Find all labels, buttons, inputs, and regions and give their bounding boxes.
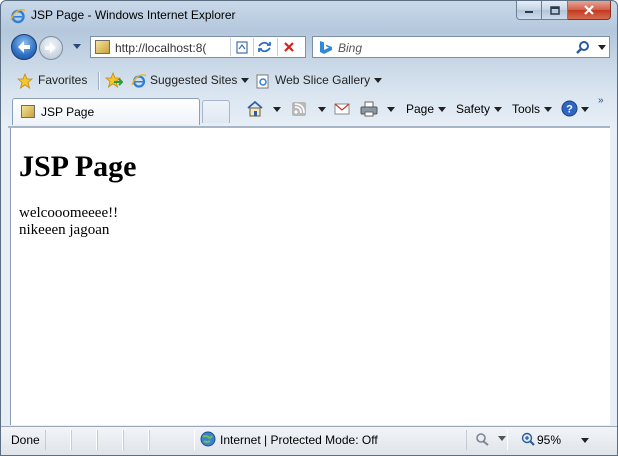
stop-icon — [283, 42, 294, 52]
forward-button[interactable] — [39, 36, 63, 60]
favorites-button[interactable]: Favorites — [17, 73, 88, 89]
status-segment — [149, 430, 195, 450]
page-menu-label: Page — [406, 102, 435, 116]
tab-jsp-page[interactable]: JSP Page — [12, 98, 200, 125]
status-segment — [45, 430, 71, 450]
web-slice-gallery-label: Web Slice Gallery — [275, 73, 371, 87]
print-icon[interactable] — [360, 101, 378, 117]
ie-page-icon — [131, 74, 147, 88]
compatibility-view-button[interactable] — [230, 38, 252, 56]
tools-menu[interactable]: Tools — [512, 102, 553, 116]
svg-text:?: ? — [566, 104, 573, 116]
status-segment — [97, 430, 123, 450]
close-window-button[interactable] — [568, 1, 611, 20]
add-to-favorites-icon[interactable] — [105, 72, 123, 89]
chevron-down-icon — [438, 107, 447, 113]
refresh-icon — [258, 41, 271, 53]
close-icon — [584, 5, 594, 15]
page-menu[interactable]: Page — [406, 102, 447, 116]
compatibility-view-icon — [235, 41, 248, 54]
chevron-down-icon — [544, 107, 553, 113]
zoom-dropdown[interactable] — [581, 438, 589, 443]
page-content: JSP Page welcooomeeee!! nikeeen jagoan — [10, 128, 610, 425]
title-bar: JSP Page - Windows Internet Explorer — [1, 1, 617, 30]
new-tab-button[interactable] — [202, 100, 230, 123]
page-text-line: welcooomeeee!! — [19, 205, 119, 221]
chevron-down-icon — [374, 78, 383, 84]
address-bar[interactable]: http://localhost:8( — [90, 36, 306, 58]
protected-mode-dropdown[interactable] — [498, 436, 506, 441]
security-zone-text[interactable]: Internet | Protected Mode: Off — [220, 433, 378, 447]
stop-button[interactable] — [277, 38, 299, 56]
favorites-separator — [98, 72, 100, 90]
recent-pages-dropdown[interactable] — [73, 44, 81, 49]
suggested-sites-button[interactable]: Suggested Sites — [131, 73, 250, 88]
minimize-icon — [525, 11, 533, 13]
forward-arrow-icon — [45, 42, 56, 54]
status-segment — [71, 430, 97, 450]
search-input[interactable]: Bing — [338, 41, 362, 55]
back-arrow-icon — [18, 41, 30, 53]
safety-menu-label: Safety — [456, 102, 491, 116]
status-text: Done — [11, 433, 40, 447]
zoom-icon — [521, 432, 535, 446]
refresh-button[interactable] — [253, 38, 275, 56]
web-slice-icon — [256, 74, 269, 89]
favorites-star-icon — [17, 73, 33, 89]
feeds-dropdown[interactable] — [318, 107, 326, 112]
window-title: JSP Page - Windows Internet Explorer — [31, 8, 236, 22]
favorites-bar: Favorites Suggested Sites Web Slice Gall… — [1, 67, 617, 95]
safety-menu[interactable]: Safety — [456, 102, 503, 116]
feeds-icon[interactable] — [291, 101, 307, 117]
tab-title: JSP Page — [41, 105, 95, 119]
read-mail-icon[interactable] — [334, 102, 350, 116]
page-icon — [95, 40, 110, 54]
maximize-icon — [549, 5, 560, 15]
search-options-dropdown[interactable] — [598, 45, 606, 50]
chevron-down-icon — [494, 107, 503, 113]
help-icon: ? — [561, 100, 578, 117]
back-button[interactable] — [11, 34, 37, 60]
chevron-down-icon — [581, 107, 589, 112]
internet-explorer-icon — [10, 9, 26, 24]
bing-icon — [320, 41, 332, 54]
page-icon — [21, 105, 35, 118]
browser-window: JSP Page - Windows Internet Explorer htt… — [0, 0, 618, 456]
address-input[interactable]: http://localhost:8( — [115, 41, 227, 55]
status-segment — [123, 430, 149, 450]
page-heading: JSP Page — [19, 150, 137, 183]
window-controls — [516, 1, 611, 21]
toolbar-overflow-chevron[interactable]: » — [598, 95, 604, 106]
status-bar: Done Internet | Protected Mode: Off 95% — [1, 426, 617, 455]
page-text-line: nikeeen jagoan — [19, 222, 110, 238]
tools-menu-label: Tools — [512, 102, 541, 116]
search-box[interactable]: Bing — [312, 36, 610, 58]
minimize-button[interactable] — [516, 1, 542, 20]
web-slice-gallery-button[interactable]: Web Slice Gallery — [255, 73, 383, 89]
maximize-button[interactable] — [542, 1, 568, 20]
chevron-down-icon — [241, 78, 250, 84]
search-icon[interactable] — [575, 40, 590, 55]
home-dropdown[interactable] — [273, 107, 281, 112]
print-dropdown[interactable] — [387, 107, 395, 112]
suggested-sites-label: Suggested Sites — [150, 73, 238, 87]
home-icon[interactable] — [246, 100, 264, 117]
protected-mode-icon[interactable] — [475, 432, 493, 446]
internet-zone-icon — [200, 431, 216, 447]
favorites-label: Favorites — [38, 73, 88, 87]
zoom-level[interactable]: 95% — [537, 433, 561, 447]
